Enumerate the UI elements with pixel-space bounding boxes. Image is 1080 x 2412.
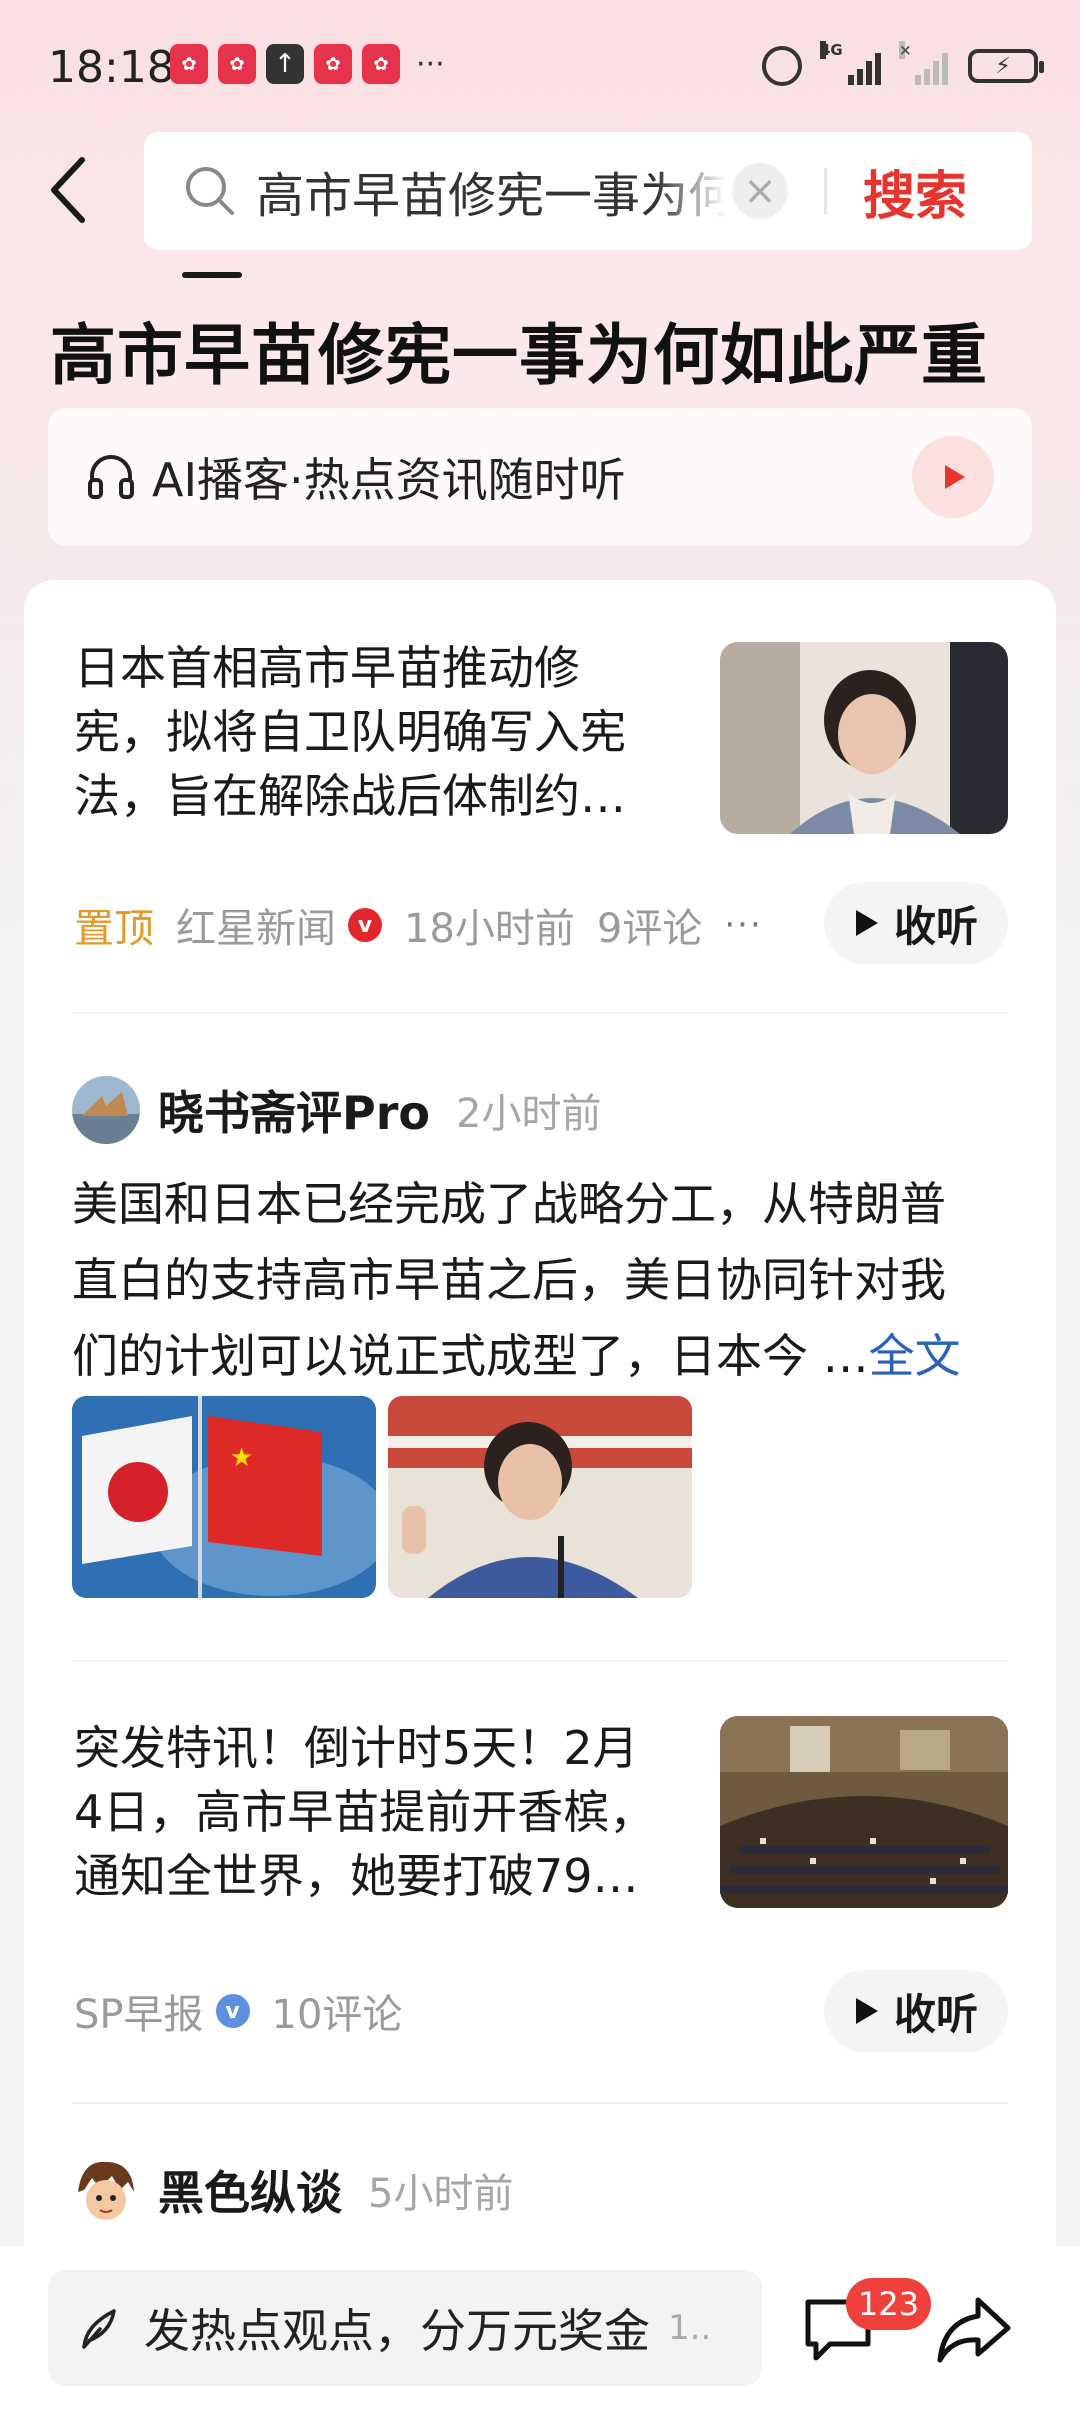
post-body[interactable]: 美国和日本已经完成了战略分工，从特朗普 直白的支持高市早苗之后，美日协同针对我 … [72, 1166, 1032, 1394]
listen-button[interactable]: 收听 [824, 882, 1008, 964]
more-options-icon[interactable]: ··· [724, 905, 762, 945]
ai-podcast-play-button[interactable] [912, 436, 994, 518]
comment-count[interactable]: 10评论 [272, 1982, 403, 2040]
source-name[interactable]: 红星新闻 [176, 896, 336, 954]
app-notification-icon: ✿ [218, 44, 256, 84]
post-image[interactable] [388, 1396, 692, 1598]
play-icon [855, 1998, 878, 2024]
article-meta: SP早报 v 10评论 [74, 1982, 402, 2040]
listen-button[interactable]: 收听 [824, 1970, 1008, 2052]
ai-podcast-bar[interactable]: AI播客·热点资讯随时听 [48, 408, 1032, 546]
app-notification-icon: ✿ [170, 44, 208, 84]
clear-search-button[interactable]: × [732, 163, 788, 219]
tab-indicator [182, 272, 242, 278]
search-button[interactable]: 搜索 [863, 154, 967, 229]
search-icon [186, 167, 234, 215]
svg-text:★: ★ [230, 1443, 253, 1473]
source-name[interactable]: SP早报 [74, 1982, 204, 2040]
post-image[interactable]: ★ [72, 1396, 376, 1598]
comment-placeholder-more: 1.. [668, 2308, 712, 2348]
share-icon[interactable] [934, 2290, 1014, 2370]
battery-icon: ⚡ [968, 49, 1044, 83]
notification-icons: ✿ ✿ ↑ ✿ ✿ ··· [170, 44, 445, 84]
article-title[interactable]: 突发特讯！倒计时5天！2月 4日，高市早苗提前开香槟， 通知全世界，她要打破79… [74, 1716, 694, 1908]
alarm-icon [762, 46, 802, 86]
page-title: 高市早苗修宪一事为何如此严重 [50, 317, 988, 394]
verified-badge-icon: v [215, 1994, 250, 2028]
comment-placeholder: 发热点观点，分万元奖金 [144, 2304, 650, 2358]
headphones-icon [88, 455, 134, 499]
article-meta: 置顶 红星新闻 v 18小时前 9评论 ··· [74, 896, 763, 954]
article-title[interactable]: 日本首相高市早苗推动修 宪，拟将自卫队明确写入宪 法，旨在解除战后体制约… [74, 636, 674, 828]
author-name[interactable]: 晓书斋评Pro [158, 1077, 430, 1143]
chevron-left-icon [51, 157, 85, 223]
divider [72, 2102, 1008, 2104]
article-thumbnail[interactable] [720, 1716, 1008, 1908]
post-images: ★ [72, 1396, 772, 1598]
publish-time: 18小时前 [404, 906, 575, 952]
more-notifications-icon: ··· [416, 46, 445, 82]
app-notification-icon: ✿ [314, 44, 352, 84]
signal-4g-icon: 4G [820, 41, 881, 85]
pinned-badge: 置顶 [74, 906, 154, 952]
play-icon [945, 465, 965, 489]
pen-icon [82, 2309, 116, 2349]
results-card: 日本首相高市早苗推动修 宪，拟将自卫队明确写入宪 法，旨在解除战后体制约… 置顶… [24, 580, 1056, 2412]
full-text-link[interactable]: 全文 [869, 1329, 961, 1383]
author-row[interactable]: 黑色纵谈 5小时前 [72, 2156, 513, 2224]
avatar[interactable] [72, 1076, 140, 1144]
verified-badge-icon: v [348, 908, 382, 942]
status-time: 18:18 [48, 42, 175, 93]
signal-weak-icon: × [899, 41, 948, 85]
search-input[interactable]: 高市早苗修宪一事为何如此严重 [256, 156, 726, 226]
comment-count-badge: 123 [846, 2278, 932, 2330]
comment-input[interactable]: 发热点观点，分万元奖金 1.. [48, 2270, 762, 2386]
publish-time: 5小时前 [368, 2171, 514, 2217]
divider [824, 168, 827, 214]
divider [72, 1012, 1008, 1014]
play-icon [855, 910, 878, 936]
back-button[interactable] [42, 150, 102, 230]
comment-count[interactable]: 9评论 [597, 896, 702, 954]
avatar[interactable] [72, 2156, 140, 2224]
app-notification-icon: ✿ [362, 44, 400, 84]
ai-podcast-label: AI播客·热点资讯随时听 [152, 453, 626, 507]
status-indicators: 4G × ⚡ [762, 41, 1044, 86]
upload-notification-icon: ↑ [266, 44, 304, 84]
author-name[interactable]: 黑色纵谈 [158, 2157, 342, 2223]
search-bar[interactable]: 高市早苗修宪一事为何如此严重 × 搜索 [144, 132, 1032, 250]
article-thumbnail[interactable] [720, 642, 1008, 834]
publish-time: 2小时前 [456, 1091, 602, 1137]
bottom-bar: 发热点观点，分万元奖金 1.. [0, 2246, 1080, 2412]
divider [72, 1660, 1008, 1662]
status-bar: 18:18 ✿ ✿ ↑ ✿ ✿ ··· 4G × ⚡ [0, 0, 1080, 130]
author-row[interactable]: 晓书斋评Pro 2小时前 [72, 1076, 601, 1144]
